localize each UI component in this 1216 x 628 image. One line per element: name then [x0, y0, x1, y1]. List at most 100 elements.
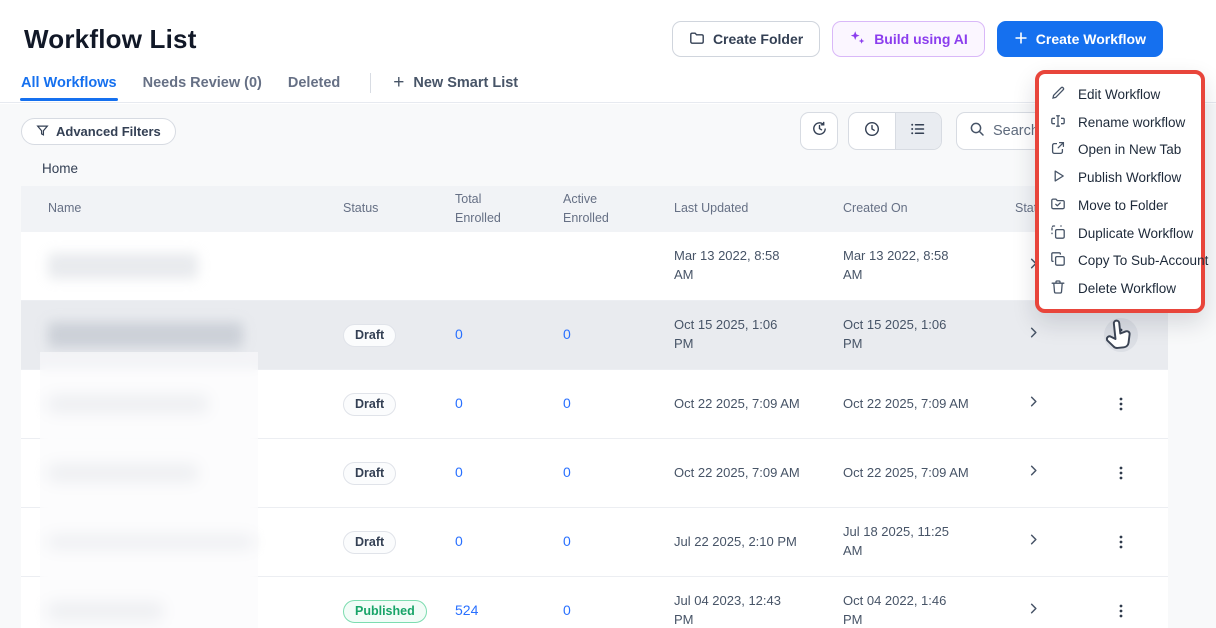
last-updated-cell: Oct 22 2025, 7:09 AM: [674, 464, 800, 480]
row-menu-button[interactable]: [1104, 456, 1138, 490]
advanced-filters-button[interactable]: Advanced Filters: [21, 118, 176, 145]
folder-icon: [689, 30, 705, 49]
sparkles-icon: [849, 29, 866, 49]
total-enrolled-link[interactable]: 0: [455, 464, 463, 480]
plus-icon: [1014, 31, 1028, 48]
blurred-workflow-name: [48, 395, 208, 413]
status-cell: Draft: [343, 530, 455, 554]
status-badge: Draft: [343, 530, 397, 554]
active-enrolled-link[interactable]: 0: [563, 533, 571, 549]
total-enrolled-link[interactable]: 0: [455, 533, 463, 549]
workflow-name-cell: [48, 253, 343, 279]
row-menu-button[interactable]: [1104, 387, 1138, 421]
workflow-name-cell: [48, 395, 343, 413]
menu-item-open-in-new-tab[interactable]: Open in New Tab: [1039, 140, 1201, 159]
list-view-toggle[interactable]: [894, 113, 941, 149]
active-enrolled-cell: 0: [563, 326, 674, 344]
active-enrolled-link[interactable]: 0: [563, 602, 571, 618]
tab-needs-review[interactable]: Needs Review (0): [143, 75, 262, 100]
expand-cell: [993, 394, 1073, 414]
build-using-ai-button[interactable]: Build using AI: [832, 21, 985, 57]
total-enrolled-link[interactable]: 524: [455, 602, 478, 618]
expand-cell: [993, 325, 1073, 345]
table-row[interactable]: Mar 13 2022, 8:58 AM Mar 13 2022, 8:58 A…: [21, 232, 1168, 301]
active-enrolled-link[interactable]: 0: [563, 464, 571, 480]
created-on-cell: Jul 18 2025, 11:25 AM: [843, 524, 950, 558]
last-updated-cell: Oct 15 2025, 1:06 PM: [674, 317, 778, 351]
last-updated-cell: Mar 13 2022, 8:58 AM: [674, 248, 780, 282]
column-header-last-updated: Last Updated: [674, 201, 749, 216]
total-enrolled-cell: 0: [455, 326, 563, 344]
column-header-status: Status: [343, 201, 379, 216]
active-enrolled-cell: 0: [563, 533, 674, 551]
active-enrolled-link[interactable]: 0: [563, 326, 571, 342]
breadcrumb-home[interactable]: Home: [42, 161, 78, 176]
last-updated-cell: Jul 04 2023, 12:43 PM: [674, 593, 781, 627]
chevron-right-icon[interactable]: [1026, 463, 1041, 483]
workflow-name-cell: [48, 602, 343, 620]
table-row[interactable]: Draft 0 0 Oct 15 2025, 1:06 PM Oct 15 20…: [21, 301, 1168, 370]
workflow-tabs: All Workflows Needs Review (0) Deleted +…: [20, 71, 518, 102]
status-badge: Draft: [343, 461, 397, 485]
status-cell: Draft: [343, 323, 455, 347]
menu-item-move-to-folder[interactable]: Move to Folder: [1039, 196, 1201, 215]
table-row[interactable]: Published 524 0 Jul 04 2023, 12:43 PM Oc…: [21, 577, 1168, 628]
total-enrolled-link[interactable]: 0: [455, 395, 463, 411]
rename-icon: [1050, 113, 1066, 132]
menu-item-publish-workflow[interactable]: Publish Workflow: [1039, 168, 1201, 187]
tab-deleted[interactable]: Deleted: [288, 75, 340, 100]
pencil-icon: [1050, 85, 1066, 104]
actions-cell: [1073, 594, 1168, 628]
table-row[interactable]: Draft 0 0 Jul 22 2025, 2:10 PM Jul 18 20…: [21, 508, 1168, 577]
menu-item-copy-to-sub-account[interactable]: Copy To Sub-Account: [1039, 251, 1208, 270]
status-cell: Draft: [343, 461, 455, 485]
enrollment-history-button[interactable]: [800, 112, 838, 150]
trash-icon: [1050, 279, 1066, 298]
active-enrolled-cell: 0: [563, 395, 674, 413]
menu-item-rename-workflow[interactable]: Rename workflow: [1039, 113, 1201, 132]
funnel-icon: [36, 124, 49, 140]
chevron-right-icon[interactable]: [1026, 394, 1041, 414]
status-cell: Draft: [343, 392, 455, 416]
expand-cell: [993, 532, 1073, 552]
table-header-row: Name Status Total Enrolled Active Enroll…: [21, 186, 1168, 232]
row-menu-button[interactable]: [1104, 594, 1138, 628]
blurred-workflow-name: [48, 322, 243, 348]
row-context-menu: Edit Workflow Rename workflow Open in New …: [1035, 70, 1208, 313]
table-row[interactable]: Draft 0 0 Oct 22 2025, 7:09 AM Oct 22 20…: [21, 439, 1168, 508]
created-on-cell: Mar 13 2022, 8:58 AM: [843, 248, 949, 282]
status-cell: Published: [343, 599, 455, 623]
duplicate-icon: [1050, 224, 1066, 243]
create-workflow-button[interactable]: Create Workflow: [996, 21, 1163, 57]
actions-cell: [1073, 387, 1168, 421]
content-area: Advanced Filters Home Name Status Total …: [0, 104, 1216, 628]
column-header-created-on: Created On: [843, 201, 908, 216]
active-enrolled-cell: 0: [563, 464, 674, 482]
menu-item-delete-workflow[interactable]: Delete Workflow: [1039, 279, 1201, 298]
chevron-right-icon[interactable]: [1026, 532, 1041, 552]
list-icon: [909, 120, 927, 143]
row-menu-button[interactable]: [1103, 318, 1138, 352]
chevron-right-icon[interactable]: [1026, 325, 1041, 345]
menu-item-edit-workflow[interactable]: Edit Workflow: [1039, 85, 1201, 104]
tab-all-workflows[interactable]: All Workflows: [20, 75, 118, 101]
actions-cell: [1073, 318, 1168, 352]
total-enrolled-cell: 0: [455, 533, 563, 551]
blurred-workflow-name: [48, 464, 198, 482]
menu-item-duplicate-workflow[interactable]: Duplicate Workflow: [1039, 224, 1201, 243]
column-header-active-enrolled: Active Enrolled: [563, 191, 609, 225]
create-folder-button[interactable]: Create Folder: [671, 21, 821, 57]
plus-icon: +: [393, 71, 405, 93]
workflow-name-cell: [48, 322, 343, 348]
copy-icon: [1050, 251, 1066, 270]
total-enrolled-link[interactable]: 0: [455, 326, 463, 342]
chevron-right-icon[interactable]: [1026, 601, 1041, 621]
active-enrolled-link[interactable]: 0: [563, 395, 571, 411]
workflow-table: Name Status Total Enrolled Active Enroll…: [21, 186, 1168, 628]
search-icon: [969, 121, 985, 142]
last-updated-cell: Oct 22 2025, 7:09 AM: [674, 395, 800, 411]
recent-view-toggle[interactable]: [849, 113, 895, 149]
new-smart-list-button[interactable]: + New Smart List: [393, 71, 518, 100]
table-row[interactable]: Draft 0 0 Oct 22 2025, 7:09 AM Oct 22 20…: [21, 370, 1168, 439]
row-menu-button[interactable]: [1104, 525, 1138, 559]
